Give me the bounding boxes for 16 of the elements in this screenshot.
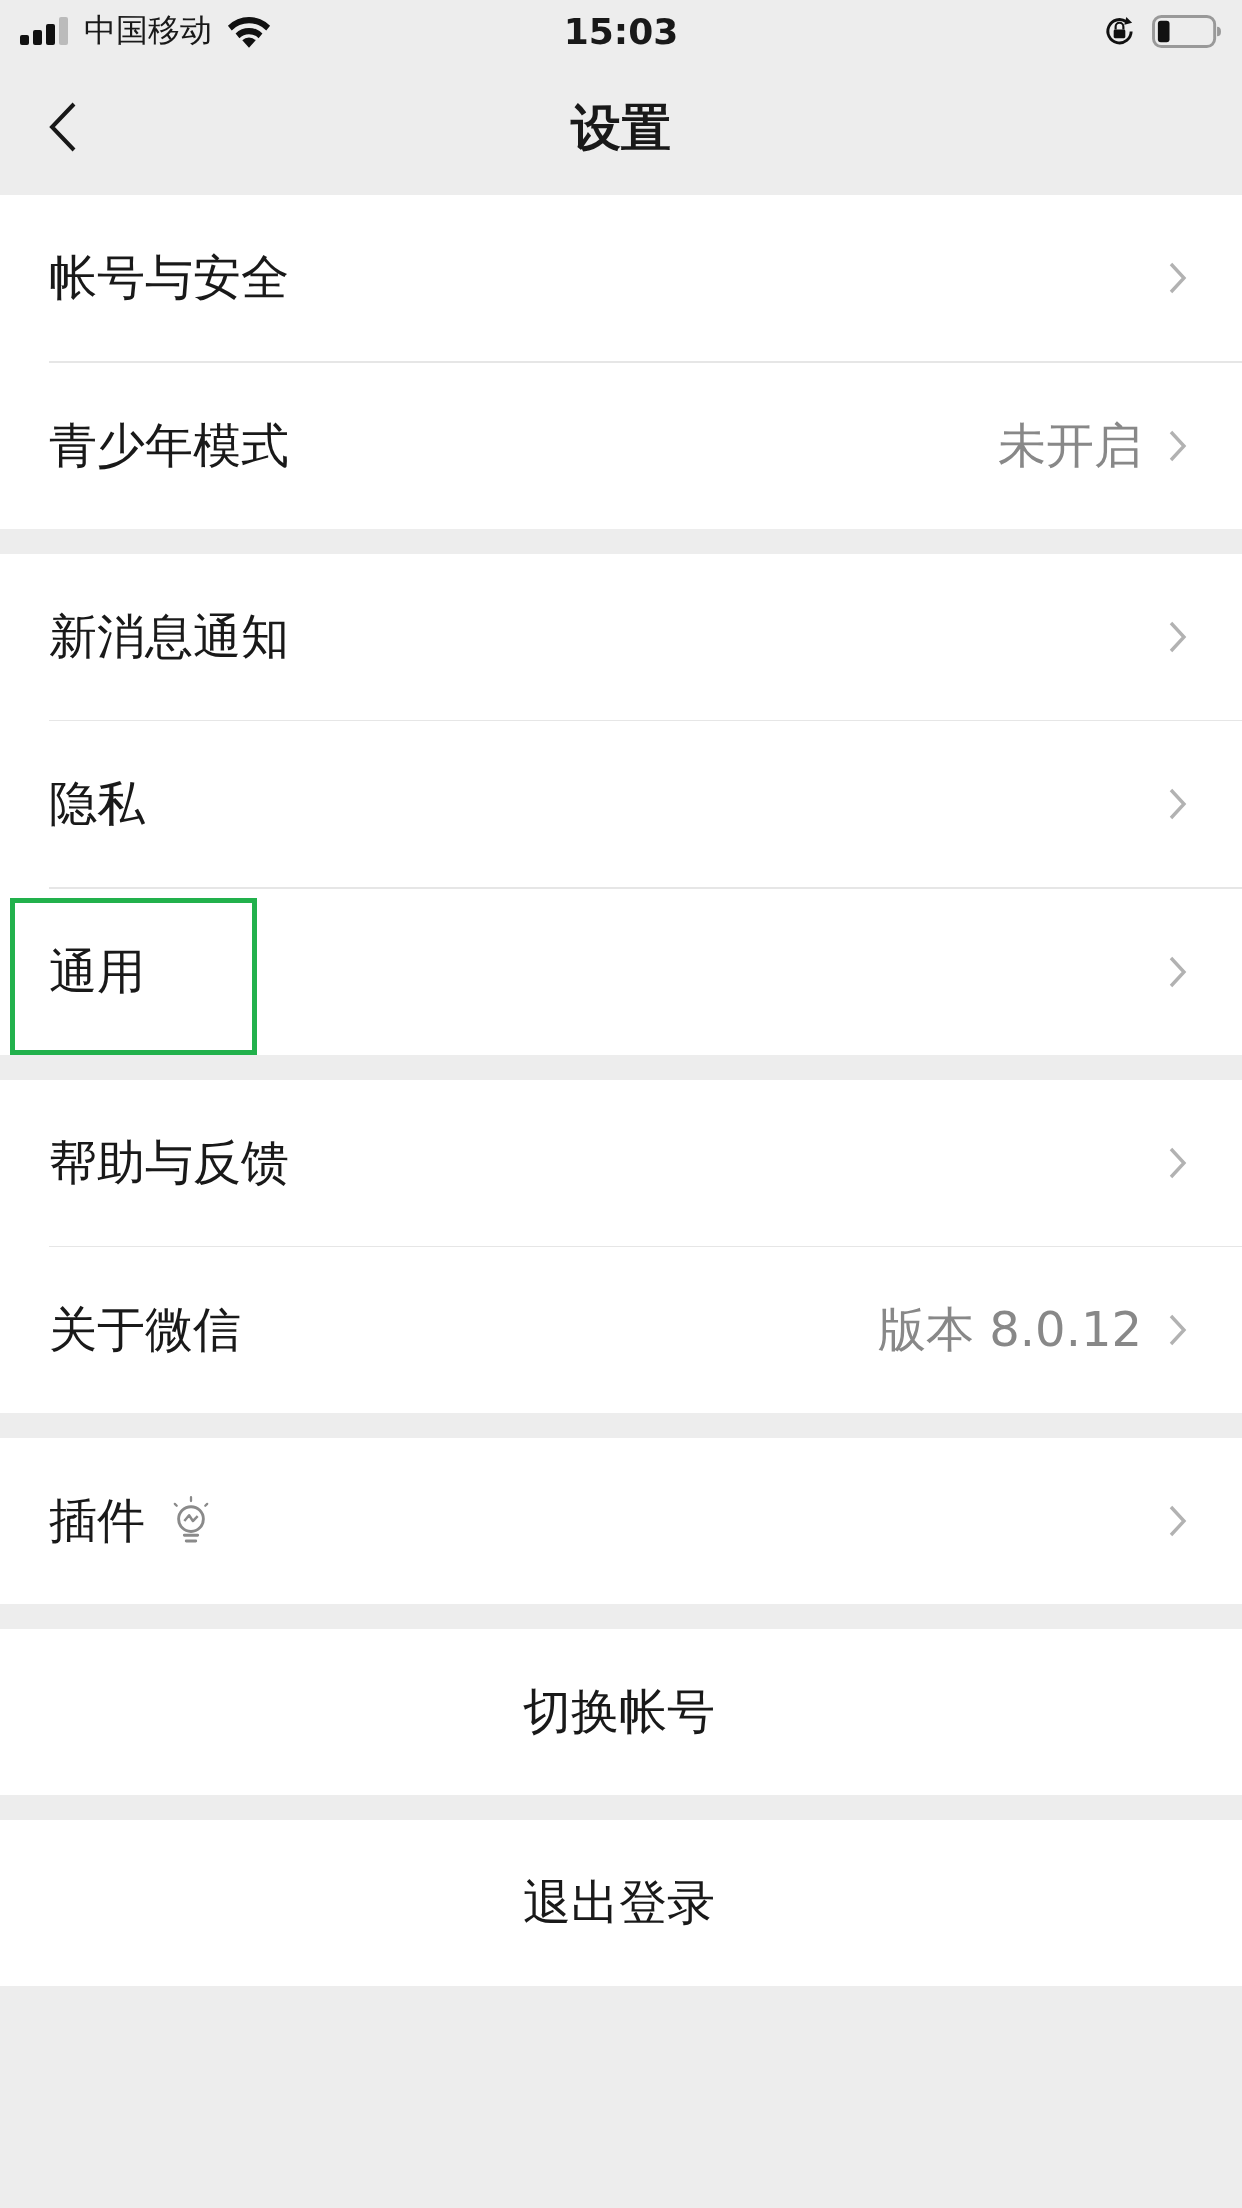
chevron-icon bbox=[1168, 1145, 1188, 1180]
chevron-icon bbox=[1168, 787, 1188, 821]
chevron-icon bbox=[1168, 261, 1188, 295]
chevron-icon bbox=[1168, 1313, 1188, 1347]
chevron-icon bbox=[1168, 619, 1188, 654]
signal-icon bbox=[20, 17, 70, 45]
chevron-icon bbox=[1168, 1504, 1188, 1538]
page-title: 设置 bbox=[571, 98, 671, 159]
item-value: 未开启 bbox=[998, 415, 1142, 475]
battery-icon bbox=[1152, 14, 1222, 48]
status-time: 15:03 bbox=[563, 10, 679, 52]
chevron-icon bbox=[1168, 954, 1188, 989]
item-value: 版本 8.0.12 bbox=[878, 1300, 1142, 1359]
chevron-icon bbox=[1168, 428, 1188, 463]
carrier-name: 中国移动 bbox=[84, 10, 212, 51]
wifi-icon bbox=[226, 14, 272, 48]
